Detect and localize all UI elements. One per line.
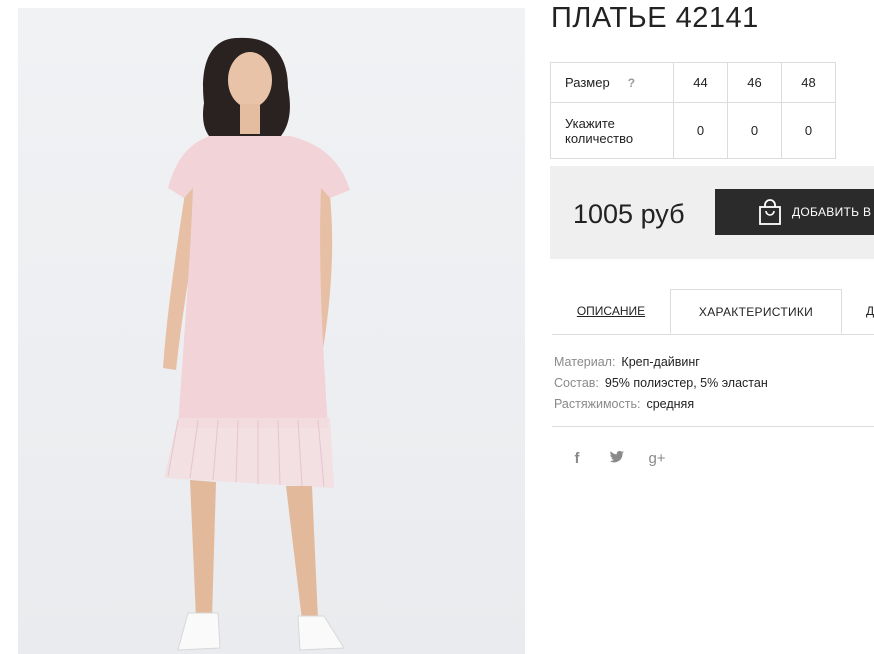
prop-value: 95% полиэстер, 5% эластан: [604, 376, 768, 390]
divider: [552, 426, 874, 427]
add-to-cart-label: ДОБАВИТЬ В КОРЗИНУ: [792, 205, 874, 219]
size-label: Размер: [565, 75, 610, 90]
prop-stretch: Растяжимость: средняя: [554, 394, 768, 415]
size-44: 44: [673, 62, 728, 103]
quantity-row: Укажите количество 0 0 0: [550, 102, 836, 159]
twitter-icon[interactable]: [606, 450, 628, 468]
quantity-input-46[interactable]: 0: [727, 102, 782, 159]
prop-key: Растяжимость:: [554, 397, 641, 411]
tab-description[interactable]: ОПИСАНИЕ: [552, 289, 670, 333]
quantity-label: Укажите количество: [550, 102, 674, 159]
google-plus-icon[interactable]: g+: [646, 450, 668, 468]
product-price: 1005 руб: [573, 199, 685, 229]
tab-delivery[interactable]: Д: [842, 289, 874, 333]
characteristics-list: Материал: Креп-дайвинг Состав: 95% полиэст…: [554, 352, 768, 415]
dress-model-image: [163, 37, 350, 651]
product-title: ПЛАТЬЕ 42141: [551, 2, 759, 34]
size-48: 48: [781, 62, 836, 103]
price-bar: 1005 руб ДОБАВИТЬ В КОРЗИНУ: [550, 166, 874, 259]
size-help-icon[interactable]: ?: [628, 76, 635, 90]
quantity-input-48[interactable]: 0: [781, 102, 836, 159]
prop-key: Состав:: [554, 376, 599, 390]
prop-value: Креп-дайвинг: [621, 355, 700, 369]
prop-composition: Состав: 95% полиэстер, 5% эластан: [554, 373, 768, 394]
size-46: 46: [727, 62, 782, 103]
shopping-bag-icon: [758, 198, 782, 226]
facebook-icon[interactable]: f: [566, 450, 588, 468]
social-share: f g+: [566, 450, 668, 468]
size-label-cell: Размер?: [550, 62, 674, 103]
prop-material: Материал: Креп-дайвинг: [554, 352, 768, 373]
size-row: Размер? 44 46 48: [550, 62, 836, 103]
quantity-input-44[interactable]: 0: [673, 102, 728, 159]
add-to-cart-button[interactable]: ДОБАВИТЬ В КОРЗИНУ: [715, 189, 874, 235]
tab-characteristics[interactable]: ХАРАКТЕРИСТИКИ: [670, 289, 842, 334]
prop-value: средняя: [646, 397, 695, 411]
product-photo[interactable]: [18, 8, 525, 654]
prop-key: Материал:: [554, 355, 616, 369]
product-tabs: ОПИСАНИЕ ХАРАКТЕРИСТИКИ Д: [552, 289, 874, 335]
size-quantity-table: Размер? 44 46 48 Укажите количество 0 0 …: [550, 62, 836, 159]
